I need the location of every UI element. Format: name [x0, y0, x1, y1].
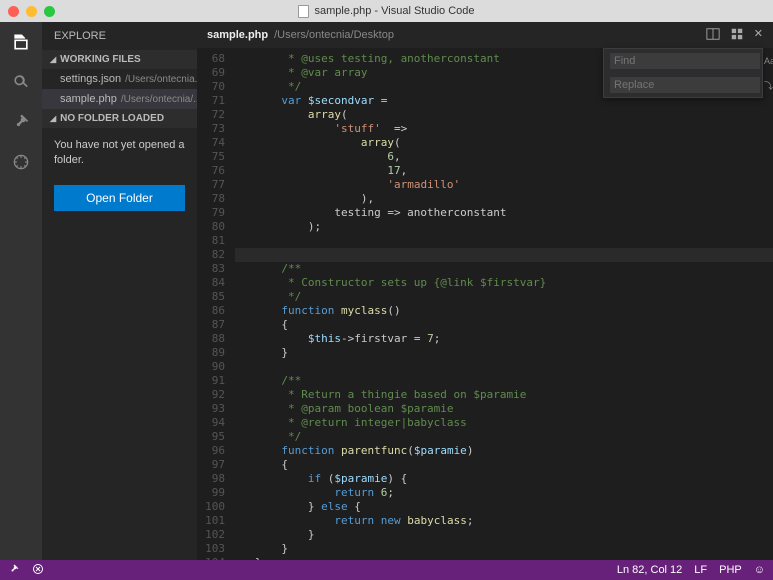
find-input[interactable] — [610, 53, 760, 69]
working-file-settings[interactable]: settings.json /Users/ontecnia... — [42, 69, 197, 89]
window-title: sample.php - Visual Studio Code — [314, 5, 474, 17]
status-git-icon[interactable] — [8, 563, 20, 578]
replace-input[interactable] — [610, 77, 760, 93]
debug-icon[interactable] — [9, 150, 33, 174]
git-icon[interactable] — [9, 110, 33, 134]
editor-tabbar: sample.php /Users/ontecnia/Desktop ✕ — [197, 22, 773, 48]
replace-one-icon[interactable]: ⤵ — [764, 79, 773, 92]
tab-filename[interactable]: sample.php — [207, 29, 268, 41]
close-editor-icon[interactable]: ✕ — [754, 27, 763, 44]
code-content[interactable]: * @uses testing, anotherconstant * @var … — [235, 48, 773, 560]
find-replace-panel: Aa Ab̲ ⁅*⁆ ← → ≡ ✕ ⤵ ⤮ — [603, 48, 763, 98]
explorer-icon[interactable] — [9, 30, 33, 54]
sidebar: EXPLORE ◢ WORKING FILES settings.json /U… — [42, 22, 197, 560]
file-icon — [298, 5, 309, 18]
close-window-button[interactable] — [8, 6, 19, 17]
working-files-header[interactable]: ◢ WORKING FILES — [42, 50, 197, 69]
chevron-down-icon: ◢ — [50, 55, 56, 64]
working-file-sample[interactable]: sample.php /Users/ontecnia/... — [42, 89, 197, 109]
split-editor-icon[interactable] — [706, 27, 720, 44]
line-gutter: 6869707172737475767778798081828384858687… — [197, 48, 235, 560]
search-icon[interactable] — [9, 70, 33, 94]
no-folder-header[interactable]: ◢ NO FOLDER LOADED — [42, 109, 197, 128]
tab-filepath: /Users/ontecnia/Desktop — [274, 29, 394, 41]
activity-bar — [0, 22, 42, 560]
status-bar: Ln 82, Col 12 LF PHP ☺ — [0, 560, 773, 580]
open-folder-button[interactable]: Open Folder — [54, 185, 185, 211]
zoom-window-button[interactable] — [44, 6, 55, 17]
status-feedback-icon[interactable]: ☺ — [754, 564, 765, 576]
status-lang[interactable]: PHP — [719, 564, 742, 576]
minimize-window-button[interactable] — [26, 6, 37, 17]
status-position[interactable]: Ln 82, Col 12 — [617, 564, 682, 576]
chevron-down-icon: ◢ — [50, 114, 56, 123]
no-folder-notice: You have not yet opened a folder. — [42, 128, 197, 179]
titlebar: sample.php - Visual Studio Code — [0, 0, 773, 22]
sidebar-title: EXPLORE — [42, 22, 197, 50]
match-case-toggle[interactable]: Aa — [764, 56, 773, 67]
status-eol[interactable]: LF — [694, 564, 707, 576]
more-icon[interactable] — [730, 27, 744, 44]
code-area[interactable]: 6869707172737475767778798081828384858687… — [197, 48, 773, 560]
status-error-icon[interactable] — [32, 563, 44, 578]
editor: sample.php /Users/ontecnia/Desktop ✕ — [197, 22, 773, 560]
